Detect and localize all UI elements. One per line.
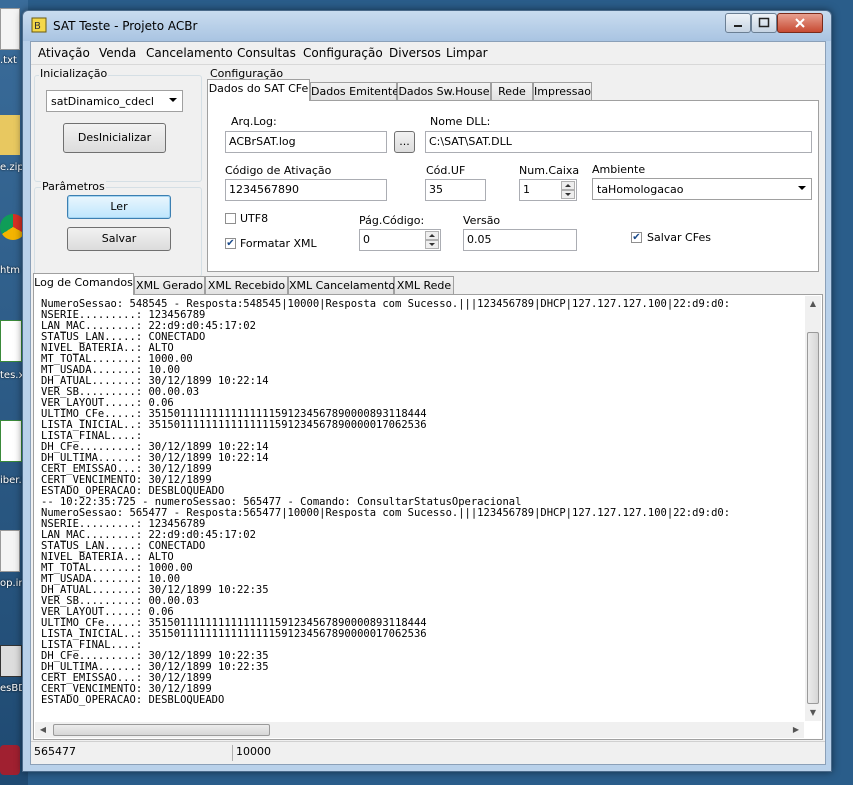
horizontal-scroll-thumb[interactable] — [53, 724, 270, 736]
scroll-right-icon[interactable]: ▶ — [789, 723, 803, 737]
menu-cancelamento[interactable]: Cancelamento — [146, 46, 233, 60]
spin-down-icon[interactable] — [561, 190, 575, 199]
spreadsheet-icon[interactable] — [0, 420, 22, 462]
text-file-icon[interactable] — [0, 8, 20, 50]
zip-file-icon[interactable] — [0, 115, 20, 155]
menu-consultas[interactable]: Consultas — [237, 46, 296, 60]
client-area: Ativação Venda Cancelamento Consultas Co… — [30, 41, 826, 765]
menu-configuracao[interactable]: Configuração — [303, 46, 383, 60]
vertical-scrollbar[interactable]: ▲ ▼ — [805, 296, 821, 721]
formatar-xml-checkbox[interactable]: ✔ — [225, 238, 236, 249]
maximize-button[interactable] — [751, 13, 777, 33]
ambiente-value: taHomologacao — [597, 183, 684, 196]
minimize-icon — [734, 25, 742, 27]
desktop-label: .txt — [0, 55, 17, 66]
tab-xml-recebido[interactable]: XML Recebido — [205, 276, 288, 295]
maximize-icon — [758, 17, 770, 28]
formatar-xml-label: Formatar XML — [240, 237, 317, 250]
menu-diversos[interactable]: Diversos — [389, 46, 441, 60]
tab-rede[interactable]: Rede — [491, 82, 533, 101]
database-diagram-icon[interactable] — [0, 645, 22, 677]
log-output[interactable]: NumeroSessao: 548545 - Resposta:548545|1… — [36, 297, 804, 721]
sat-model-value: satDinamico_cdecl — [51, 95, 154, 108]
spin-up-icon[interactable] — [425, 231, 439, 240]
close-icon — [795, 18, 805, 28]
pagcodigo-label: Pág.Código: — [359, 214, 425, 227]
utf8-label: UTF8 — [240, 212, 269, 225]
arqlog-field[interactable]: ACBrSAT.log — [225, 131, 387, 153]
salvar-cfes-label: Salvar CFes — [647, 231, 711, 244]
scroll-up-icon[interactable]: ▲ — [806, 297, 820, 311]
inicializacao-group-label: Inicialização — [39, 67, 109, 80]
minimize-button[interactable] — [725, 13, 751, 33]
tab-dados-swhouse[interactable]: Dados Sw.House — [397, 82, 491, 101]
versao-field[interactable]: 0.05 — [463, 229, 577, 251]
utf8-checkbox[interactable] — [225, 213, 236, 224]
app-shortcut-icon[interactable] — [0, 745, 20, 775]
nomedll-field[interactable]: C:\SAT\SAT.DLL — [425, 131, 812, 153]
desinicializar-button[interactable]: DesInicializar — [63, 123, 166, 153]
pagcodigo-spin[interactable] — [425, 231, 439, 249]
tab-dados-sat-cfe[interactable]: Dados do SAT CFe — [207, 79, 310, 101]
tab-log-comandos[interactable]: Log de Comandos — [33, 273, 134, 295]
menu-ativacao[interactable]: Ativação — [38, 46, 90, 60]
title-bar[interactable]: B SAT Teste - Projeto ACBr — [23, 11, 831, 41]
salvar-cfes-checkbox[interactable]: ✔ — [631, 232, 642, 243]
scroll-left-icon[interactable]: ◀ — [36, 723, 50, 737]
salvar-button[interactable]: Salvar — [67, 227, 171, 251]
nomedll-label: Nome DLL: — [430, 115, 491, 128]
main-window: B SAT Teste - Projeto ACBr Ativação Vend… — [22, 10, 832, 772]
desktop-label: e.zip — [0, 162, 24, 173]
spreadsheet-icon[interactable] — [0, 320, 22, 362]
ambiente-select[interactable]: taHomologacao — [592, 178, 812, 200]
arqlog-label: Arq.Log: — [231, 115, 277, 128]
browse-arqlog-button[interactable]: ... — [394, 131, 415, 153]
tab-dados-emitente[interactable]: Dados Emitente — [310, 82, 399, 101]
horizontal-scrollbar[interactable]: ◀ ▶ — [35, 722, 804, 738]
ler-button[interactable]: Ler — [67, 195, 171, 219]
status-session: 565477 — [31, 745, 233, 761]
pagcodigo-stepper[interactable]: 0 — [359, 229, 441, 251]
tab-xml-cancelamento[interactable]: XML Cancelamento — [288, 276, 395, 295]
log-panel: NumeroSessao: 548545 - Resposta:548545|1… — [33, 294, 823, 740]
chevron-down-icon — [169, 98, 177, 102]
close-button[interactable] — [777, 13, 823, 33]
chevron-down-icon — [798, 186, 806, 190]
menu-venda[interactable]: Venda — [99, 46, 136, 60]
numcaixa-stepper[interactable]: 1 — [519, 179, 577, 201]
coduf-label: Cód.UF — [426, 164, 466, 177]
versao-label: Versão — [463, 214, 501, 227]
tab-xml-rede[interactable]: XML Rede — [394, 276, 454, 295]
spin-down-icon[interactable] — [425, 240, 439, 249]
numcaixa-label: Num.Caixa — [519, 164, 580, 177]
coduf-field[interactable]: 35 — [425, 179, 486, 201]
parametros-group-label: Parâmetros — [41, 180, 106, 193]
menu-limpar[interactable]: Limpar — [446, 46, 488, 60]
tab-xml-gerado[interactable]: XML Gerado — [134, 276, 205, 295]
desktop-label: htm — [0, 265, 20, 276]
menu-bar: Ativação Venda Cancelamento Consultas Co… — [31, 42, 825, 65]
numcaixa-value: 1 — [523, 183, 530, 196]
codigo-ativacao-label: Código de Ativação — [225, 164, 332, 177]
scroll-down-icon[interactable]: ▼ — [806, 706, 820, 720]
status-bar: 565477 10000 — [31, 741, 825, 764]
svg-text:B: B — [34, 21, 41, 32]
pagcodigo-value: 0 — [363, 233, 370, 246]
tab-impressao[interactable]: Impressao — [533, 82, 592, 101]
numcaixa-spin[interactable] — [561, 181, 575, 199]
vertical-scroll-thumb[interactable] — [807, 332, 819, 704]
config-file-icon[interactable] — [0, 530, 20, 572]
spin-up-icon[interactable] — [561, 181, 575, 190]
ambiente-label: Ambiente — [592, 163, 646, 176]
window-title: SAT Teste - Projeto ACBr — [53, 19, 198, 33]
dados-sat-cfe-panel: Arq.Log: ACBrSAT.log ... Nome DLL: C:\SA… — [207, 100, 819, 272]
sat-model-select[interactable]: satDinamico_cdecl — [46, 90, 183, 112]
codigo-ativacao-field[interactable]: 1234567890 — [225, 179, 387, 201]
status-code: 10000 — [236, 745, 271, 758]
acbr-app-icon: B — [31, 17, 47, 33]
